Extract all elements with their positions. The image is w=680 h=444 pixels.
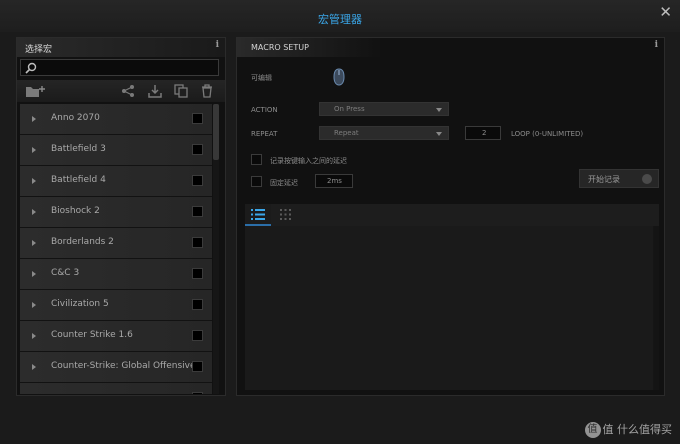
window-title: 宏管理器 xyxy=(318,13,362,26)
list-item-label: Anno 2070 xyxy=(51,113,100,123)
macro-toolbar xyxy=(17,80,225,102)
macro-list-scrollbar[interactable] xyxy=(213,104,219,394)
chevron-down-icon xyxy=(436,108,442,112)
chevron-down-icon xyxy=(436,132,442,136)
copy-icon[interactable] xyxy=(174,84,188,98)
list-item[interactable]: Counter Strike 1.6 xyxy=(20,321,212,352)
action-label: ACTION xyxy=(251,106,278,114)
repeat-label: REPEAT xyxy=(251,130,278,138)
chevron-right-icon[interactable] xyxy=(32,147,36,153)
record-icon xyxy=(642,174,652,184)
search-input[interactable] xyxy=(39,61,215,74)
list-item-checkbox[interactable] xyxy=(192,268,203,279)
list-item-label: Counter-Strike: Global Offensive xyxy=(51,361,196,371)
macro-search-box[interactable] xyxy=(20,59,219,76)
macro-select-title: 选择宏 xyxy=(25,45,53,55)
grid-view-icon xyxy=(280,209,291,220)
mouse-icon[interactable] xyxy=(333,68,345,86)
list-item-checkbox[interactable] xyxy=(192,299,203,310)
trash-icon[interactable] xyxy=(200,84,214,98)
fixed-delay-label: 固定延迟 xyxy=(270,179,298,187)
macro-select-panel: 选择宏 i Anno 2070 Battlefield 3 Battlefiel… xyxy=(16,37,226,396)
chevron-right-icon[interactable] xyxy=(32,333,36,339)
chevron-right-icon[interactable] xyxy=(32,116,36,122)
macro-select-header: 选择宏 i xyxy=(17,38,225,57)
chevron-right-icon[interactable] xyxy=(32,271,36,277)
device-label: 可编辑 xyxy=(251,74,272,82)
record-delay-label: 记录按键输入之间的延迟 xyxy=(270,157,347,165)
watermark: 值值 什么值得买 xyxy=(584,421,673,438)
repeat-dropdown-value: Repeat xyxy=(334,129,359,137)
action-dropdown-value: On Press xyxy=(334,105,365,113)
macro-event-area[interactable] xyxy=(245,226,653,390)
loop-label: LOOP (0-UNLIMITED) xyxy=(511,130,584,138)
macro-setup-header: MACRO SETUP xyxy=(237,38,382,57)
watermark-text: 值 什么值得买 xyxy=(602,423,673,436)
macro-list: Anno 2070 Battlefield 3 Battlefield 4 Bi… xyxy=(20,104,212,394)
chevron-right-icon[interactable] xyxy=(32,302,36,308)
list-view-icon xyxy=(251,209,265,220)
repeat-count-input[interactable]: 2 xyxy=(465,126,501,140)
list-item[interactable] xyxy=(20,383,212,394)
list-item-label: Battlefield 4 xyxy=(51,175,106,185)
repeat-dropdown[interactable]: Repeat xyxy=(319,126,449,140)
list-item-checkbox[interactable] xyxy=(192,361,203,372)
chevron-right-icon[interactable] xyxy=(32,240,36,246)
list-item-label: Civilization 5 xyxy=(51,299,109,309)
download-icon[interactable] xyxy=(148,84,162,98)
list-item-checkbox[interactable] xyxy=(192,144,203,155)
macro-setup-panel: MACRO SETUP i 可编辑 ACTION On Press REPEAT… xyxy=(236,37,665,396)
list-item-checkbox[interactable] xyxy=(192,392,203,394)
list-item-label: Counter Strike 1.6 xyxy=(51,330,133,340)
scrollbar-thumb[interactable] xyxy=(213,104,219,160)
list-item-checkbox[interactable] xyxy=(192,330,203,341)
macro-setup-title: MACRO SETUP xyxy=(251,43,309,52)
close-icon[interactable]: ✕ xyxy=(659,5,672,20)
editor-tabs xyxy=(245,204,659,226)
list-item-checkbox[interactable] xyxy=(192,175,203,186)
list-item-checkbox[interactable] xyxy=(192,237,203,248)
list-item-label: Battlefield 3 xyxy=(51,144,106,154)
macro-editor xyxy=(245,204,659,390)
list-item[interactable]: Battlefield 3 xyxy=(20,135,212,166)
list-item[interactable]: Battlefield 4 xyxy=(20,166,212,197)
chevron-right-icon[interactable] xyxy=(32,364,36,370)
info-icon[interactable]: i xyxy=(655,40,658,50)
record-delay-checkbox[interactable] xyxy=(251,154,262,165)
fixed-delay-checkbox[interactable] xyxy=(251,176,262,187)
list-item-label: Borderlands 2 xyxy=(51,237,114,247)
list-item[interactable]: C&C 3 xyxy=(20,259,212,290)
start-record-label: 开始记录 xyxy=(588,175,620,184)
watermark-logo: 值 xyxy=(584,422,601,438)
search-icon xyxy=(25,62,37,74)
title-bar: 宏管理器 ✕ xyxy=(0,0,680,32)
action-dropdown[interactable]: On Press xyxy=(319,102,449,116)
list-item[interactable]: Civilization 5 xyxy=(20,290,212,321)
info-icon[interactable]: i xyxy=(216,40,219,50)
chevron-right-icon[interactable] xyxy=(32,209,36,215)
new-folder-icon[interactable] xyxy=(25,84,47,98)
list-item[interactable]: Borderlands 2 xyxy=(20,228,212,259)
list-item[interactable]: Counter-Strike: Global Offensive xyxy=(20,352,212,383)
list-item[interactable]: Anno 2070 xyxy=(20,104,212,135)
share-icon[interactable] xyxy=(121,84,135,98)
list-item-checkbox[interactable] xyxy=(192,206,203,217)
editor-scrollbar[interactable] xyxy=(654,226,659,390)
list-item[interactable]: Bioshock 2 xyxy=(20,197,212,228)
tab-grid-view[interactable] xyxy=(273,204,299,226)
start-record-button[interactable]: 开始记录 xyxy=(579,169,659,188)
list-item-label: C&C 3 xyxy=(51,268,80,278)
tab-list-view[interactable] xyxy=(245,204,271,226)
list-item-checkbox[interactable] xyxy=(192,113,203,124)
list-item-label: Bioshock 2 xyxy=(51,206,100,216)
chevron-right-icon[interactable] xyxy=(32,178,36,184)
fixed-delay-input[interactable]: 2ms xyxy=(315,174,353,188)
